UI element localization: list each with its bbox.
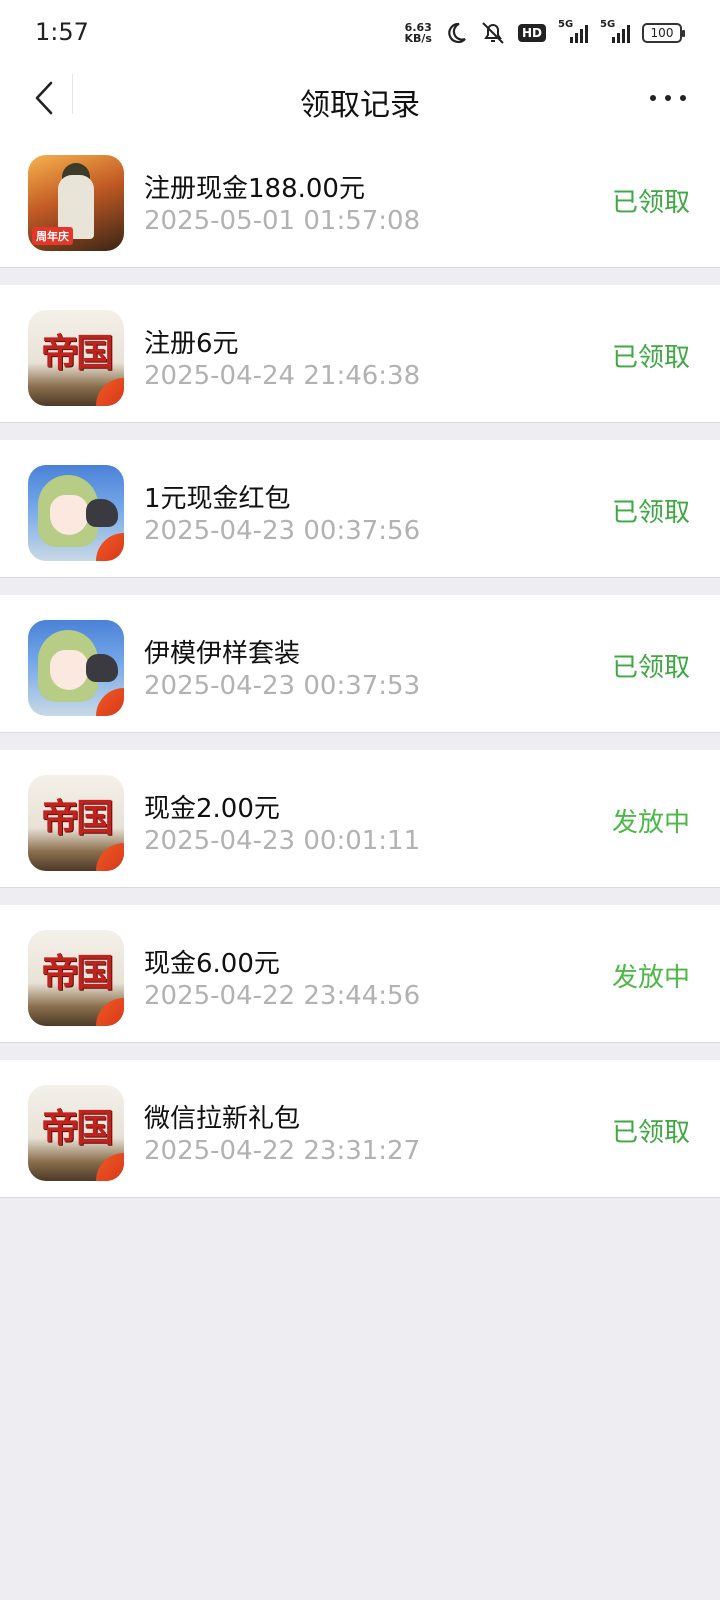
list-item[interactable]: 帝国 现金2.00元 2025-04-23 00:01:11 发放中	[0, 750, 720, 888]
list-item[interactable]: 帝国 微信拉新礼包 2025-04-22 23:31:27 已领取	[0, 1060, 720, 1198]
record-status: 已领取	[611, 343, 690, 373]
record-time: 2025-04-23 00:37:56	[144, 516, 421, 546]
record-time: 2025-05-01 01:57:08	[144, 206, 421, 236]
record-time: 2025-04-23 00:01:11	[144, 826, 421, 856]
record-title: 现金2.00元	[144, 794, 280, 824]
record-title: 注册现金188.00元	[144, 174, 365, 204]
record-title: 微信拉新礼包	[144, 1104, 301, 1134]
list-item[interactable]: 1元现金红包 2025-04-23 00:37:56 已领取	[0, 440, 720, 578]
record-status: 已领取	[611, 188, 690, 218]
record-list: 周年庆 注册现金188.00元 2025-05-01 01:57:08 已领取 …	[0, 130, 720, 1215]
hd-voice-icon: HD	[517, 24, 546, 42]
more-dots-icon	[650, 95, 656, 101]
game-app-icon: 周年庆	[28, 155, 124, 251]
record-status: 已领取	[611, 653, 690, 683]
signal-label: 5G	[558, 19, 574, 30]
record-time: 2025-04-22 23:31:27	[144, 1136, 421, 1166]
record-title: 伊模伊样套装	[144, 639, 301, 669]
bell-muted-icon	[480, 20, 506, 46]
record-status: 已领取	[611, 1118, 690, 1148]
record-title: 现金6.00元	[144, 949, 280, 979]
game-app-icon: 帝国	[28, 775, 124, 871]
list-item[interactable]: 伊模伊样套装 2025-04-23 00:37:53 已领取	[0, 595, 720, 733]
more-button[interactable]	[650, 84, 686, 112]
network-speed-unit: KB/s	[404, 32, 432, 45]
game-app-icon: 帝国	[28, 930, 124, 1026]
icon-logo-text: 帝国	[40, 1105, 114, 1150]
record-time: 2025-04-22 23:44:56	[144, 981, 421, 1011]
game-app-icon	[28, 465, 124, 561]
battery-level: 100	[650, 26, 674, 40]
record-status: 已领取	[611, 498, 690, 528]
record-title: 注册6元	[144, 329, 239, 359]
list-item[interactable]: 帝国 注册6元 2025-04-24 21:46:38 已领取	[0, 285, 720, 423]
signal-icon-2: 5G	[600, 19, 630, 43]
record-time: 2025-04-24 21:46:38	[144, 361, 421, 391]
game-app-icon: 帝国	[28, 1085, 124, 1181]
record-status: 发放中	[611, 808, 690, 838]
anniversary-badge: 周年庆	[32, 227, 73, 245]
network-speed: 6.63 KB/s	[405, 22, 432, 44]
record-time: 2025-04-23 00:37:53	[144, 671, 421, 701]
status-bar: 1:57 6.63 KB/s HD 5G 5G 100	[0, 0, 720, 66]
record-title: 1元现金红包	[144, 484, 291, 514]
signal-icon: 5G	[558, 19, 588, 43]
icon-logo-text: 帝国	[40, 330, 114, 375]
page-title: 领取记录	[300, 88, 420, 123]
moon-icon	[444, 21, 468, 45]
signal-label-2: 5G	[600, 19, 616, 30]
battery-icon: 100	[642, 23, 685, 43]
record-status: 发放中	[611, 963, 690, 993]
game-app-icon	[28, 620, 124, 716]
list-item[interactable]: 周年庆 注册现金188.00元 2025-05-01 01:57:08 已领取	[0, 130, 720, 268]
game-app-icon: 帝国	[28, 310, 124, 406]
icon-logo-text: 帝国	[40, 795, 114, 840]
nav-bar: 领取记录	[0, 66, 720, 130]
icon-logo-text: 帝国	[40, 950, 114, 995]
status-time: 1:57	[35, 18, 89, 46]
status-icons: 6.63 KB/s HD 5G 5G 100	[405, 18, 685, 48]
list-item[interactable]: 帝国 现金6.00元 2025-04-22 23:44:56 发放中	[0, 905, 720, 1043]
